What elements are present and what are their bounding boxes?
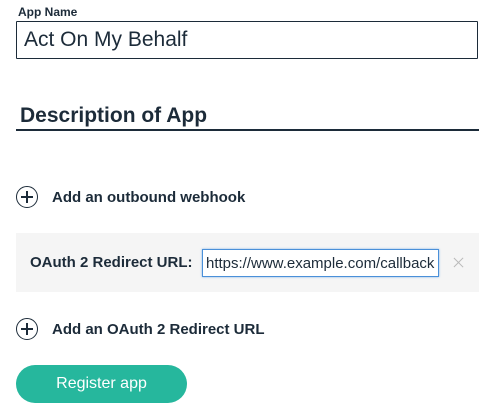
add-webhook-label: Add an outbound webhook: [52, 188, 246, 206]
add-oauth-redirect-button[interactable]: Add an OAuth 2 Redirect URL: [16, 318, 265, 340]
plus-circle-icon: [16, 186, 38, 208]
description-heading: Description of App: [16, 103, 479, 131]
app-name-label: App Name: [18, 5, 78, 19]
oauth-redirect-label: OAuth 2 Redirect URL:: [30, 254, 193, 271]
add-outbound-webhook-button[interactable]: Add an outbound webhook: [16, 186, 245, 208]
add-oauth-redirect-label: Add an OAuth 2 Redirect URL: [52, 320, 265, 338]
oauth-redirect-url-input[interactable]: [202, 249, 439, 277]
close-icon[interactable]: [453, 256, 465, 268]
register-app-form: App Name Description of App Add an outbo…: [0, 0, 500, 417]
app-name-input[interactable]: [16, 21, 478, 59]
register-app-button[interactable]: Register app: [16, 365, 187, 403]
plus-circle-icon: [16, 318, 38, 340]
oauth-redirect-row: OAuth 2 Redirect URL:: [16, 233, 479, 292]
